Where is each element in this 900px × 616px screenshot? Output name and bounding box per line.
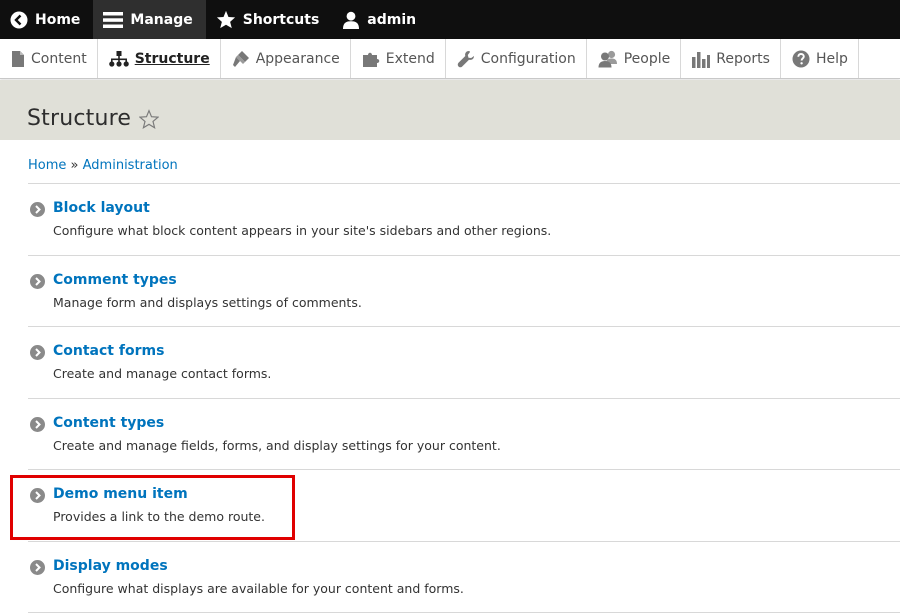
admin-toolbar: Home Manage Shortcuts admin xyxy=(0,0,900,39)
tray-item-structure[interactable]: Structure xyxy=(97,39,221,78)
list-item-description: Manage form and displays settings of com… xyxy=(53,294,362,310)
tray-item-appearance[interactable]: Appearance xyxy=(221,39,351,78)
list-item-display-modes: Display modes Configure what displays ar… xyxy=(28,542,900,613)
chevron-circle-icon xyxy=(30,345,45,360)
tray-item-content-label: Content xyxy=(31,50,87,67)
toolbar-home-label: Home xyxy=(35,11,81,28)
list-item-description: Create and manage contact forms. xyxy=(53,366,272,381)
toolbar-user[interactable]: admin xyxy=(332,0,429,39)
list-item-title[interactable]: Contact forms xyxy=(53,343,164,359)
list-item-comment-types: Comment types Manage form and displays s… xyxy=(28,256,900,327)
tray-item-configuration-label: Configuration xyxy=(480,50,576,67)
admin-tray: Content Structure Appearance Extend Conf… xyxy=(0,39,900,79)
list-item-description: Configure what block content appears in … xyxy=(53,223,552,238)
tray-item-help-label: Help xyxy=(815,50,848,67)
tray-item-appearance-label: Appearance xyxy=(255,50,340,67)
list-item-contact-forms: Contact forms Create and manage contact … xyxy=(28,327,900,399)
chevron-circle-icon xyxy=(30,559,45,575)
tray-item-people[interactable]: People xyxy=(587,39,682,78)
chevron-circle-icon xyxy=(30,273,45,289)
list-item-block-layout: Block layout Configure what block conten… xyxy=(28,184,900,256)
list-item-title[interactable]: Content types xyxy=(53,415,164,431)
page-header: Structure xyxy=(0,80,900,140)
tray-item-reports[interactable]: Reports xyxy=(681,39,781,78)
tray-item-configuration[interactable]: Configuration xyxy=(446,39,587,78)
paintbrush-icon xyxy=(232,50,249,67)
admin-list: Block layout Configure what block conten… xyxy=(28,183,900,613)
toolbar-user-label: admin xyxy=(367,11,417,28)
tray-item-people-label: People xyxy=(623,50,671,67)
hamburger-icon xyxy=(103,11,124,28)
tray-item-reports-label: Reports xyxy=(716,50,770,67)
toolbar-shortcuts[interactable]: Shortcuts xyxy=(206,0,333,39)
breadcrumb: Home » Administration xyxy=(28,158,178,173)
list-item-description: Provides a link to the demo route. xyxy=(53,509,265,524)
tray-item-help[interactable]: Help xyxy=(781,39,859,78)
shortcut-star-icon[interactable] xyxy=(139,108,160,129)
chevron-circle-icon xyxy=(30,202,45,217)
list-item-title[interactable]: Demo menu item xyxy=(53,486,188,502)
list-item-title[interactable]: Display modes xyxy=(53,558,168,574)
help-icon xyxy=(792,50,810,67)
file-icon xyxy=(12,50,24,67)
breadcrumb-home[interactable]: Home xyxy=(28,158,66,173)
toolbar-home[interactable]: Home xyxy=(0,0,93,39)
toolbar-shortcuts-label: Shortcuts xyxy=(242,11,320,28)
puzzle-icon xyxy=(362,52,380,67)
list-item-demo-menu-item: Demo menu item Provides a link to the de… xyxy=(28,470,900,542)
page-title: Structure xyxy=(27,106,160,131)
people-icon xyxy=(598,50,617,67)
tray-item-structure-label: Structure xyxy=(134,50,210,67)
chevron-circle-icon xyxy=(30,416,45,432)
back-arrow-icon xyxy=(10,11,28,28)
tray-item-extend[interactable]: Extend xyxy=(351,39,446,78)
wrench-icon xyxy=(457,50,474,67)
list-item-title[interactable]: Comment types xyxy=(53,272,177,288)
tray-item-content[interactable]: Content xyxy=(0,39,98,78)
toolbar-manage-label: Manage xyxy=(130,11,193,28)
chevron-circle-icon xyxy=(30,488,45,503)
list-item-content-types: Content types Create and manage fields, … xyxy=(28,399,900,470)
star-icon xyxy=(216,10,235,29)
list-item-description: Configure what displays are available fo… xyxy=(53,580,464,596)
breadcrumb-administration[interactable]: Administration xyxy=(83,158,178,173)
page-title-text: Structure xyxy=(27,106,132,131)
toolbar-manage[interactable]: Manage xyxy=(93,0,206,39)
bar-chart-icon xyxy=(692,51,711,68)
list-item-title[interactable]: Block layout xyxy=(53,200,150,216)
tray-item-extend-label: Extend xyxy=(385,50,435,67)
list-item-description: Create and manage fields, forms, and dis… xyxy=(53,437,501,453)
breadcrumb-separator: » xyxy=(70,158,79,173)
user-icon xyxy=(343,11,360,29)
sitemap-icon xyxy=(108,50,129,67)
